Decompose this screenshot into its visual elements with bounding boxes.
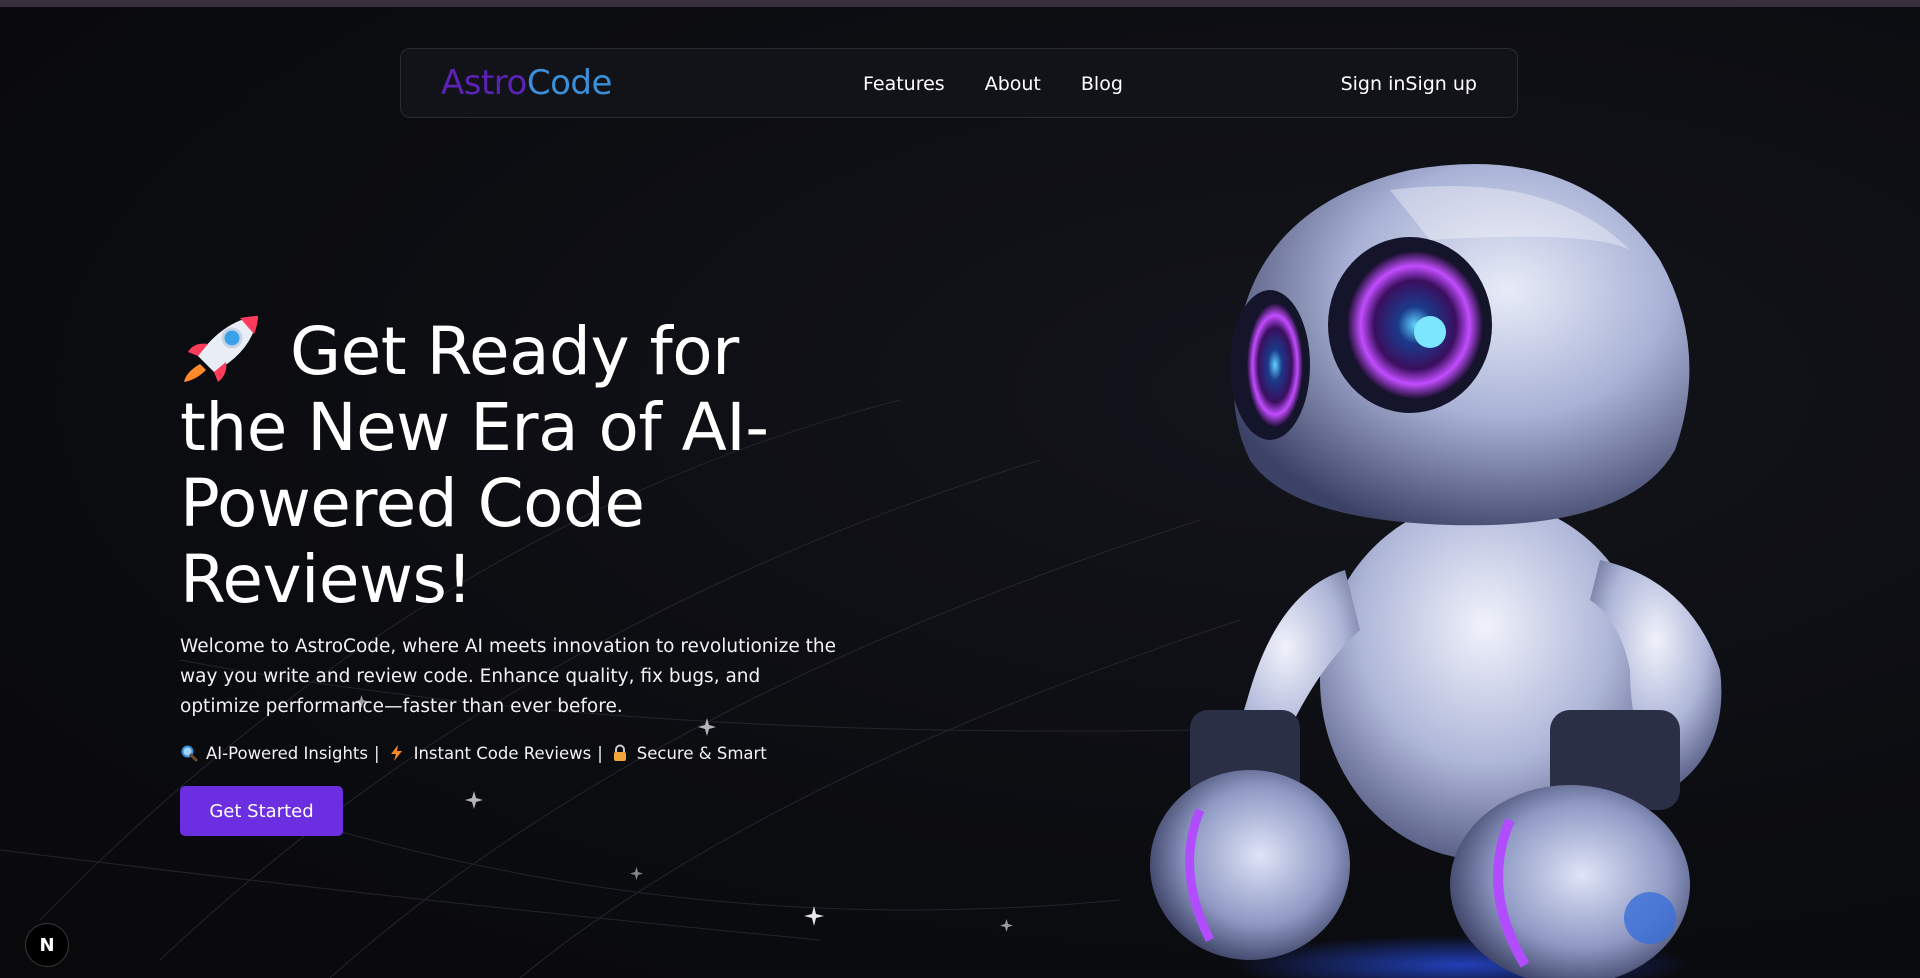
nav-link-blog[interactable]: Blog [1081,71,1123,97]
navbar: AstroCode Features About Blog Sign in Sig… [400,48,1518,118]
logo-text-code: Code [526,63,613,103]
auth-links: Sign in Sign up [1341,71,1477,97]
hero-title-text: Get Ready for the New Era of AI-Powered … [180,313,769,618]
logo-text-astro: Astro [441,63,527,103]
logo[interactable]: AstroCode [441,63,612,103]
robot-illustration [1150,164,1722,978]
sign-up-link[interactable]: Sign up [1405,71,1477,97]
dev-tools-badge[interactable]: N [25,923,69,967]
feature-separator: | [374,744,380,763]
hero-title: Get Ready for the New Era of AI-Powered … [180,312,860,618]
feature-item-secure: Secure & Smart [611,740,767,768]
feature-item-reviews: Instant Code Reviews [388,740,592,768]
nav-link-about[interactable]: About [985,71,1041,97]
feature-list: AI-Powered Insights | Instant Code Revie… [180,740,767,768]
get-started-button[interactable]: Get Started [180,786,343,836]
feature-label-reviews: Instant Code Reviews [413,744,592,763]
nav-links: Features About Blog [863,71,1123,97]
hero-description: Welcome to AstroCode, where AI meets inn… [180,636,836,717]
feature-label-insights: AI-Powered Insights [206,744,369,763]
sign-in-link[interactable]: Sign in [1341,71,1406,97]
magnifier-icon [181,745,198,762]
page: AstroCode Features About Blog Sign in Sig… [0,0,1920,978]
rocket-icon [184,316,258,382]
feature-separator: | [597,744,603,763]
nav-link-features[interactable]: Features [863,71,945,97]
feature-label-secure: Secure & Smart [636,744,767,763]
lightning-icon [390,745,402,761]
browser-top-strip [0,0,1920,7]
feature-item-insights: AI-Powered Insights [180,740,368,768]
lock-icon [613,744,626,761]
